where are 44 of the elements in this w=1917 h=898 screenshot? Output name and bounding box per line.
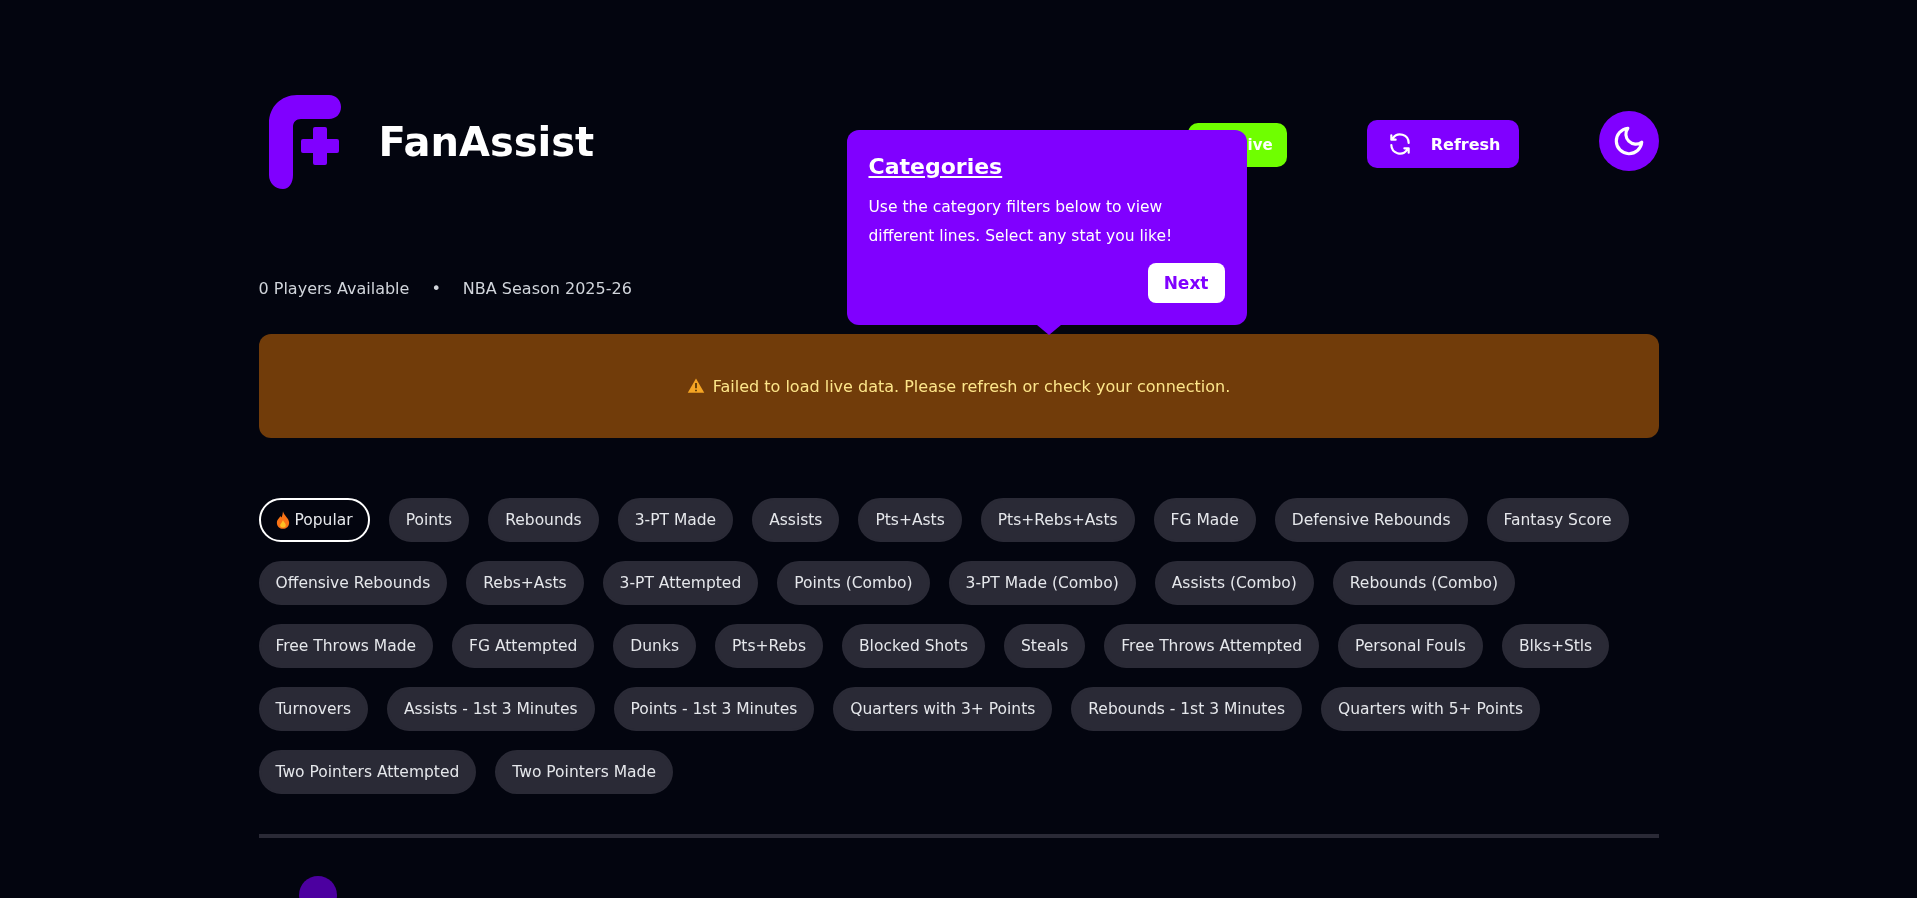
- separator: •: [431, 279, 441, 298]
- category-chip[interactable]: Pts+Rebs: [714, 624, 823, 668]
- category-chip[interactable]: Dunks: [613, 624, 696, 668]
- category-chip[interactable]: Pts+Asts: [858, 498, 962, 542]
- next-button[interactable]: Next: [1147, 263, 1225, 303]
- tooltip-text: Use the category filters below to view different lines. Select any stat you like!: [868, 197, 1174, 247]
- category-chip[interactable]: Free Throws Made: [258, 624, 434, 668]
- category-chip[interactable]: Defensive Rebounds: [1274, 498, 1468, 542]
- category-chip[interactable]: Blocked Shots: [842, 624, 985, 668]
- category-chip[interactable]: Free Throws Attempted: [1104, 624, 1320, 668]
- category-chip[interactable]: Offensive Rebounds: [258, 561, 448, 605]
- brand-name: FanAssist: [378, 119, 595, 165]
- category-chip[interactable]: Rebs+Asts: [466, 561, 584, 605]
- category-chip[interactable]: Two Pointers Attempted: [258, 750, 477, 794]
- category-chip[interactable]: Points (Combo): [777, 561, 930, 605]
- category-chip[interactable]: Assists: [752, 498, 840, 542]
- category-chip[interactable]: Quarters with 3+ Points: [833, 687, 1053, 731]
- error-message: Failed to load live data. Please refresh or check your connection.: [712, 376, 1231, 396]
- category-chip[interactable]: Steals: [1003, 624, 1086, 668]
- category-chip[interactable]: Assists - 1st 3 Minutes: [387, 687, 595, 731]
- category-chip[interactable]: Assists (Combo): [1154, 561, 1314, 605]
- category-chip[interactable]: FG Made: [1153, 498, 1256, 542]
- category-chip[interactable]: FG Attempted: [452, 624, 595, 668]
- category-chip[interactable]: Fantasy Score: [1486, 498, 1629, 542]
- category-chip[interactable]: Rebounds (Combo): [1332, 561, 1516, 605]
- warning-icon: [686, 377, 705, 395]
- category-chip[interactable]: Turnovers: [258, 687, 368, 731]
- refresh-button[interactable]: Refresh: [1366, 120, 1519, 168]
- category-chip[interactable]: Pts+Rebs+Asts: [980, 498, 1135, 542]
- category-chip[interactable]: Points - 1st 3 Minutes: [613, 687, 815, 731]
- category-chip[interactable]: Points: [388, 498, 470, 542]
- category-chip[interactable]: Personal Fouls: [1338, 624, 1483, 668]
- category-chip[interactable]: Blks+Stls: [1501, 624, 1610, 668]
- players-count: 0 Players Available: [258, 279, 410, 298]
- category-chip[interactable]: Two Pointers Made: [495, 750, 673, 794]
- category-chip[interactable]: Popular: [258, 498, 370, 542]
- category-chip[interactable]: Quarters with 5+ Points: [1321, 687, 1540, 731]
- season-label: NBA Season 2025-26: [462, 279, 632, 298]
- category-chip[interactable]: 3-PT Made: [617, 498, 734, 542]
- category-chip[interactable]: 3-PT Attempted: [602, 561, 759, 605]
- tooltip-title: Categories: [868, 154, 1004, 179]
- category-chip[interactable]: Rebounds - 1st 3 Minutes: [1071, 687, 1302, 731]
- category-chip[interactable]: 3-PT Made (Combo): [948, 561, 1136, 605]
- category-chip[interactable]: Rebounds: [488, 498, 599, 542]
